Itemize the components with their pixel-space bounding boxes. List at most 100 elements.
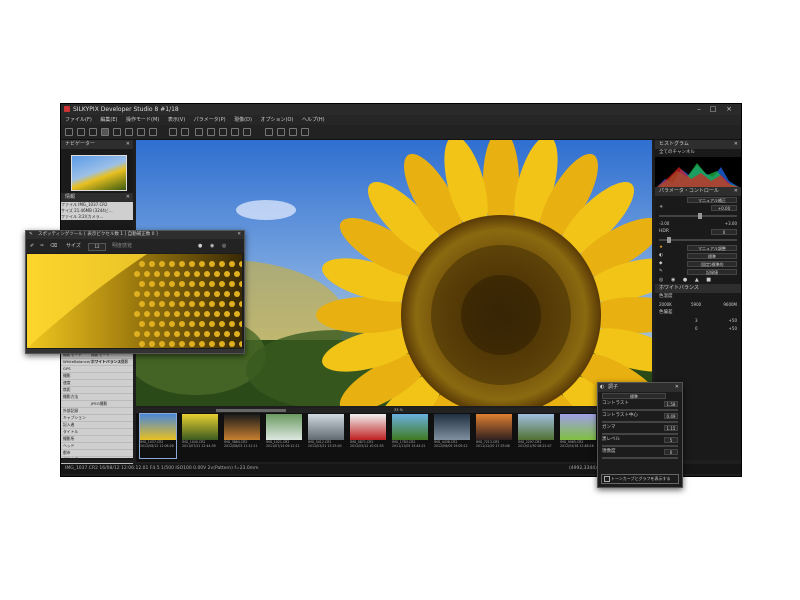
tone-slider[interactable] [602,409,678,411]
film-thumbnail[interactable]: IMG_2297.CR2 2012/01/30 08:22:47 [518,414,554,458]
grid-view-icon[interactable] [125,128,133,136]
maximize-icon[interactable]: □ [707,104,719,115]
crop-icon[interactable] [149,128,157,136]
rotate-right-icon[interactable] [207,128,215,136]
exposure-slider[interactable] [659,213,737,219]
param-title: パラメータ・コントロール [659,188,719,194]
floret [234,331,240,337]
floret [169,341,175,347]
menu-mode[interactable]: 操作モード(M) [126,117,159,123]
tint-label-row: 色偏差 [655,309,741,317]
film-thumbnail[interactable]: IMG_9065.CR2 2012/04/18 12:48:16 [560,414,596,458]
thumbnail-image [476,414,512,440]
spot-brush-icon[interactable]: ✐ [30,239,34,253]
minimize-icon[interactable]: – [693,104,705,115]
film-thumbnail[interactable]: IMG_3864.CR2 2012/08/03 11:12:11 [224,414,260,458]
zoom-icon[interactable] [137,128,145,136]
dev-select[interactable]: 記録値 [687,269,737,275]
tone-slider[interactable] [602,421,678,423]
temp-value[interactable]: 5900 [691,301,701,309]
paste-param-icon[interactable] [231,128,239,136]
info-lower-label: キャプション [63,415,86,420]
spot-stamp-icon[interactable]: ✑ [40,239,44,253]
compare-icon[interactable] [289,128,297,136]
navigator-thumbnail[interactable] [71,155,127,191]
hdr-slider[interactable] [659,237,737,243]
pin-icon[interactable]: ✕ [126,193,130,202]
pin-icon[interactable]: ✕ [734,187,738,196]
noise-select[interactable]: (固定)標準的 [687,261,737,267]
close-icon[interactable]: ✕ [237,231,241,239]
print-icon[interactable] [89,128,97,136]
tone-slider[interactable] [602,457,678,459]
tool-icons[interactable]: ◎ ◉ ● ▲ ■ [655,277,714,283]
tone-value[interactable]: 0.49 [664,413,678,419]
film-thumbnail[interactable]: IMG_1037.CR2 2012/08/12 12:06:26 [139,413,177,459]
scroll-thumb[interactable] [216,409,286,412]
histogram-channel[interactable]: 全てのチャンネル [655,149,741,157]
redo-icon[interactable] [181,128,189,136]
save-icon[interactable] [77,128,85,136]
contrast-icon: ◐ [659,253,663,258]
film-thumbnail[interactable]: IMG_5412.CR2 2012/03/21 13:25:40 [308,414,344,458]
sharp-select[interactable]: 標準 [687,253,737,259]
spot-icon[interactable] [277,128,285,136]
film-thumbnail[interactable]: IMG_7213.CR2 2011/12/20 17:33:08 [476,414,512,458]
close-icon[interactable]: × [723,104,735,115]
film-thumbnail[interactable]: IMG_1021.CR2 2011/07/14 09:12:11 [266,414,302,458]
temp-label-row: 色温度 [655,293,741,301]
loupe-image[interactable] [27,254,242,348]
tone-slider[interactable] [602,445,678,447]
info-lower-row: 都市 [61,450,133,457]
close-icon[interactable]: ✕ [675,383,679,392]
loupe-scrollbar[interactable] [26,349,244,353]
hdr-knob[interactable] [666,237,671,243]
rotate-left-icon[interactable] [195,128,203,136]
tone-value[interactable]: 1.58 [664,401,678,407]
thumbnail-image [392,414,428,440]
size-value[interactable]: 12 [88,243,106,251]
preset-select[interactable]: マニュアル補正 [687,197,737,203]
film-thumbnail[interactable]: IMG_1040.CR2 2011/07/21 12:44:39 [182,414,218,458]
filmstrip-scrollbar[interactable]: 33 % [136,408,652,413]
tone-slider[interactable] [602,433,678,435]
menu-option[interactable]: オプション(O) [261,117,294,123]
menu-view[interactable]: 表示(V) [168,117,185,123]
dot-medium-icon[interactable]: ◉ [210,239,214,253]
tone-curve-toggle[interactable]: トーンカーブとグラフを表示する [601,474,679,484]
taste-select[interactable]: マニュアル調整 [687,245,737,251]
menu-develop[interactable]: 現像(D) [234,117,252,123]
hdr-value[interactable]: 0 [711,229,737,235]
develop-icon[interactable] [243,128,251,136]
floret [204,271,210,277]
copy-param-icon[interactable] [219,128,227,136]
dot-large-icon[interactable]: ◎ [222,239,226,253]
spot-eraser-icon[interactable]: ⌫ [50,239,57,253]
film-thumbnail[interactable]: IMG_0871.CR2 2012/05/12 10:01:55 [350,414,386,458]
tone-value[interactable]: 0 [664,449,678,455]
pin-icon[interactable]: ✕ [734,140,738,149]
dot-small-icon[interactable]: ● [198,239,202,253]
single-view-icon[interactable] [113,128,121,136]
view-mode-icon[interactable] [101,128,109,136]
brush-icon[interactable] [265,128,273,136]
exposure-value[interactable]: +0.00 [711,205,737,211]
menu-help[interactable]: ヘルプ(H) [302,117,325,123]
undo-icon[interactable] [169,128,177,136]
noise-row: ◆ (固定)標準的 [655,260,741,268]
text-icon[interactable] [301,128,309,136]
exposure-knob[interactable] [698,213,702,219]
open-icon[interactable] [65,128,73,136]
pin-icon[interactable]: ✕ [126,140,130,149]
tone-value[interactable]: 1.15 [664,425,678,431]
menu-file[interactable]: ファイル(F) [65,117,92,123]
menu-parameter[interactable]: パラメータ(P) [194,117,226,123]
film-thumbnail[interactable]: IMG_4438.CR2 2012/06/09 19:05:12 [434,414,470,458]
tint-value[interactable]: 3 [695,317,698,325]
film-thumbnail[interactable]: IMG_1783.CR2 2011/11/05 15:44:21 [392,414,428,458]
tone-mode-select[interactable]: 標準 [602,393,666,399]
menu-edit[interactable]: 編集(E) [100,117,117,123]
checkbox-icon[interactable] [604,476,610,482]
sub-value[interactable]: 0 [695,325,698,333]
tone-value[interactable]: 5 [664,437,678,443]
